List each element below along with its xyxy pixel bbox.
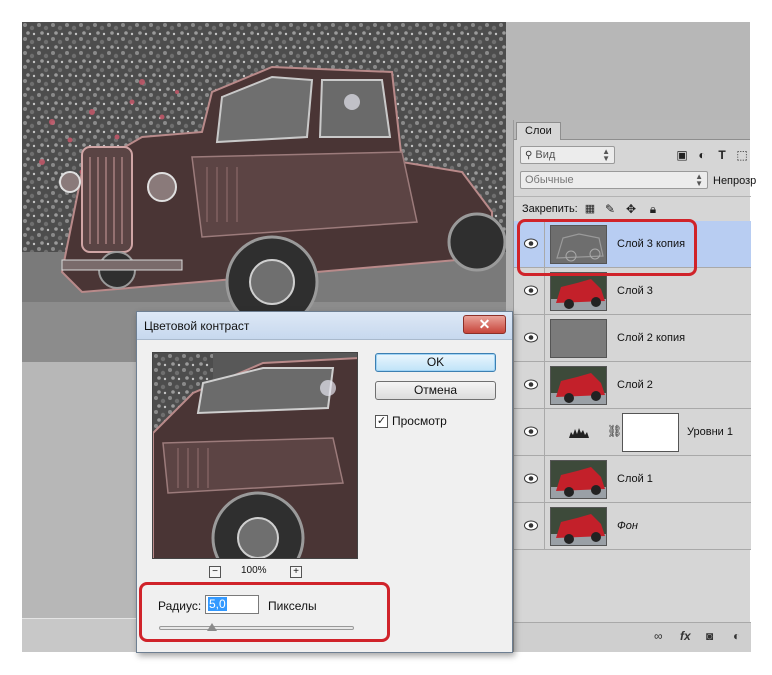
layer-row[interactable]: ⛓ Уровни 1 bbox=[514, 409, 751, 456]
highlight-radius-setting bbox=[139, 582, 390, 642]
chevron-updown-icon: ▲ ▼ bbox=[695, 172, 703, 188]
eye-icon[interactable] bbox=[524, 473, 538, 484]
filter-kind-select[interactable]: ⚲ Вид ▲ ▼ bbox=[520, 146, 615, 164]
blend-mode-value: Обычные bbox=[525, 174, 574, 186]
layer-row[interactable]: Слой 1 bbox=[514, 456, 751, 503]
eye-icon[interactable] bbox=[524, 426, 538, 437]
highlight-selected-layer bbox=[517, 219, 697, 276]
link-layers-icon[interactable]: ∞ bbox=[654, 629, 663, 643]
filter-kind-label: Вид bbox=[535, 149, 556, 161]
preview-checkbox-label[interactable]: Просмотр bbox=[392, 414, 447, 428]
layer-thumbnail[interactable] bbox=[550, 272, 607, 311]
layer-thumbnail[interactable] bbox=[550, 366, 607, 405]
layer-divider bbox=[544, 409, 545, 455]
layer-name: Фон bbox=[617, 520, 638, 532]
adjustment-layer-icon[interactable]: ◐ bbox=[733, 629, 740, 643]
layer-row[interactable]: Фон bbox=[514, 503, 751, 550]
eye-icon[interactable] bbox=[524, 379, 538, 390]
dialog-title: Цветовой контраст bbox=[144, 319, 250, 333]
lock-image-icon[interactable]: ✎ bbox=[603, 202, 617, 216]
tab-layers[interactable]: Слои bbox=[516, 122, 561, 140]
layer-mask-thumbnail[interactable] bbox=[622, 413, 679, 452]
levels-histogram-icon bbox=[569, 428, 589, 438]
layer-name: Слой 2 копия bbox=[617, 332, 686, 344]
layer-divider bbox=[544, 362, 545, 408]
lock-position-icon[interactable]: ✥ bbox=[624, 202, 638, 216]
shape-filter-icon[interactable]: ⬚ bbox=[735, 148, 749, 162]
dialog-titlebar[interactable]: Цветовой контраст ✕ bbox=[137, 312, 512, 340]
layers-panel-footer: ∞ fx ◙ ◐ bbox=[514, 622, 751, 652]
layer-thumbnail[interactable] bbox=[550, 460, 607, 499]
panel-tabbar: Слои bbox=[514, 120, 750, 140]
layer-name: Слой 2 bbox=[617, 379, 653, 391]
lock-row: Закрепить: ▦ ✎ ✥ 🔒︎ bbox=[514, 196, 751, 220]
zoom-in-button[interactable]: + bbox=[290, 566, 302, 578]
layers-panel: Слои ⚲ Вид ▲ ▼ ▣ ◐ T ⬚ Обычные ▲ ▼ Непрозр… bbox=[513, 120, 756, 652]
filter-preview[interactable] bbox=[152, 352, 358, 559]
layer-divider bbox=[544, 503, 545, 549]
eye-icon[interactable] bbox=[524, 285, 538, 296]
ok-button[interactable]: OK bbox=[375, 353, 496, 372]
eye-icon[interactable] bbox=[524, 520, 538, 531]
search-icon: ⚲ bbox=[525, 150, 533, 161]
layer-thumbnail[interactable] bbox=[550, 319, 607, 358]
chevron-updown-icon: ▲ ▼ bbox=[602, 147, 610, 163]
zoom-out-button[interactable]: − bbox=[209, 566, 221, 578]
layer-name: Слой 1 bbox=[617, 473, 653, 485]
opacity-label: Непрозр bbox=[713, 175, 757, 187]
layer-row[interactable]: Слой 2 копия bbox=[514, 315, 751, 362]
lock-transparent-icon[interactable]: ▦ bbox=[583, 202, 597, 216]
add-mask-icon[interactable]: ◙ bbox=[706, 629, 713, 643]
blend-mode-select[interactable]: Обычные ▲ ▼ bbox=[520, 171, 708, 189]
close-button[interactable]: ✕ bbox=[463, 315, 506, 334]
layer-divider bbox=[544, 456, 545, 502]
layer-divider bbox=[544, 315, 545, 361]
chain-link-icon[interactable]: ⛓ bbox=[607, 424, 622, 438]
eye-icon[interactable] bbox=[524, 332, 538, 343]
cancel-button[interactable]: Отмена bbox=[375, 381, 496, 400]
preview-checkbox[interactable]: ✓ bbox=[375, 415, 388, 428]
image-filter-icon[interactable]: ▣ bbox=[675, 148, 689, 162]
zoom-value: 100% bbox=[241, 565, 267, 576]
adjustment-filter-icon[interactable]: ◐ bbox=[695, 148, 709, 162]
layer-row[interactable]: Слой 2 bbox=[514, 362, 751, 409]
fx-icon[interactable]: fx bbox=[680, 629, 691, 643]
layer-filter-row: ⚲ Вид ▲ ▼ ▣ ◐ T ⬚ bbox=[514, 141, 751, 169]
layer-thumbnail[interactable] bbox=[550, 507, 607, 546]
blend-row: Обычные ▲ ▼ Непрозр bbox=[514, 169, 756, 195]
type-filter-icon[interactable]: T bbox=[715, 148, 729, 162]
layer-name: Уровни 1 bbox=[687, 426, 733, 438]
lock-all-icon[interactable]: 🔒︎ bbox=[646, 202, 660, 216]
layer-name: Слой 3 bbox=[617, 285, 653, 297]
lock-label: Закрепить: bbox=[522, 203, 578, 215]
